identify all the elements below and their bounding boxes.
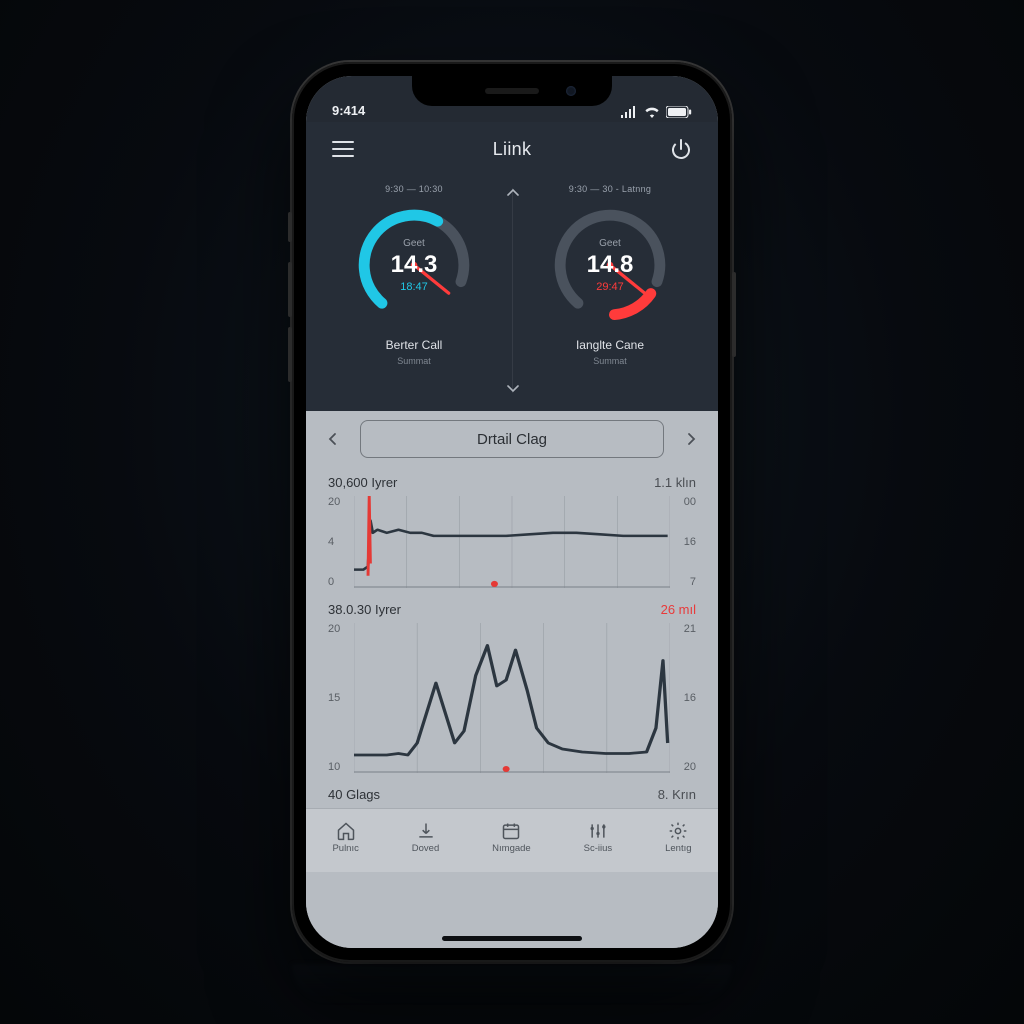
battery-icon <box>666 106 692 118</box>
gauge-left[interactable]: 9:30 — 10:30 Geet 14.3 18:47 <box>324 184 504 366</box>
tab-label: Doved <box>412 843 439 854</box>
sliders-icon <box>588 821 608 841</box>
chart-1-svg <box>354 496 670 588</box>
status-time: 9:414 <box>332 103 365 118</box>
notch <box>412 76 612 106</box>
chevron-right-icon <box>683 431 699 447</box>
app-bar: Liink <box>306 122 718 176</box>
home-icon <box>336 821 356 841</box>
wifi-icon <box>644 106 660 118</box>
calendar-icon <box>501 821 521 841</box>
chevron-down-icon[interactable] <box>504 379 522 397</box>
chevron-up-icon[interactable] <box>504 184 522 202</box>
menu-button[interactable] <box>326 132 360 166</box>
y-axis-right: 00 16 7 <box>672 496 696 588</box>
gauge-metric-label: Geet <box>403 238 425 249</box>
chart-card-2[interactable]: 38.0.30 Iyrer 26 mıl 20 15 10 21 16 20 <box>306 594 718 779</box>
gauge-subtitle: Summat <box>397 356 431 366</box>
power-icon-button[interactable] <box>664 132 698 166</box>
gauge-divider <box>512 188 513 393</box>
gauge-right[interactable]: 9:30 — 30 - Latnng Geet 14.8 29:47 <box>520 184 700 366</box>
chart-title: 30,600 Iyrer <box>328 475 397 490</box>
volume-up-button[interactable] <box>288 262 292 317</box>
tab-calendar[interactable]: Nımgade <box>492 821 531 854</box>
gauge-value: 14.3 <box>391 251 438 279</box>
gauge-period: 9:30 — 10:30 <box>385 184 443 196</box>
prev-period-button[interactable] <box>320 426 346 452</box>
y-axis-left: 20 15 10 <box>328 623 352 773</box>
cellular-icon <box>620 106 638 118</box>
gauge-subtitle: Summat <box>593 356 627 366</box>
gauge-name: Ianglte Cane <box>576 338 644 352</box>
volume-down-button[interactable] <box>288 327 292 382</box>
y-axis-right: 21 16 20 <box>672 623 696 773</box>
power-icon <box>670 138 692 160</box>
gauge-period: 9:30 — 30 - Latnng <box>569 184 651 196</box>
tab-bar: Pulnıc Doved Nımgade Sc-iius <box>306 808 718 872</box>
app-title: Liink <box>493 139 532 160</box>
tab-label: Nımgade <box>492 843 531 854</box>
tab-label: Lentıg <box>665 843 691 854</box>
next-period-button[interactable] <box>678 426 704 452</box>
tab-home[interactable]: Pulnıc <box>332 821 358 854</box>
gauge-value: 14.8 <box>587 251 634 279</box>
gauge-sub-value: 18:47 <box>400 281 428 293</box>
download-icon <box>416 821 436 841</box>
gauge-panel: 9:30 — 10:30 Geet 14.3 18:47 <box>306 176 718 411</box>
chart-card-1[interactable]: 30,600 Iyrer 1.1 klın 20 4 0 00 16 7 <box>306 467 718 594</box>
chart-title: 40 Glags <box>328 787 380 802</box>
period-label: Drtail Clag <box>477 431 547 448</box>
chart-value: 8. Krın <box>658 787 696 802</box>
period-button[interactable]: Drtail Clag <box>360 420 664 458</box>
power-button[interactable] <box>732 272 736 357</box>
mute-switch[interactable] <box>288 212 292 242</box>
hamburger-icon <box>332 140 354 158</box>
phone-frame: 9:414 Liink <box>292 62 732 962</box>
chart-value: 1.1 klın <box>654 475 696 490</box>
gauge-dial: Geet 14.8 29:47 <box>545 200 675 330</box>
tab-settings[interactable]: Sc-iius <box>584 821 613 854</box>
chart-value: 26 mıl <box>661 602 696 617</box>
chart-title: 38.0.30 Iyrer <box>328 602 401 617</box>
chart-card-3[interactable]: 40 Glags 8. Krın <box>306 779 718 808</box>
tab-label: Pulnıc <box>332 843 358 854</box>
gauge-sub-value: 29:47 <box>596 281 624 293</box>
gauge-name: Berter Call <box>386 338 443 352</box>
gauge-dial: Geet 14.3 18:47 <box>349 200 479 330</box>
tab-label: Sc-iius <box>584 843 613 854</box>
home-indicator[interactable] <box>442 936 582 941</box>
tab-download[interactable]: Doved <box>412 821 439 854</box>
gear-icon <box>668 821 688 841</box>
tab-gear[interactable]: Lentıg <box>665 821 691 854</box>
gauge-metric-label: Geet <box>599 238 621 249</box>
chevron-left-icon <box>325 431 341 447</box>
chart-2-svg <box>354 623 670 773</box>
period-selector: Drtail Clag <box>306 411 718 467</box>
y-axis-left: 20 4 0 <box>328 496 352 588</box>
